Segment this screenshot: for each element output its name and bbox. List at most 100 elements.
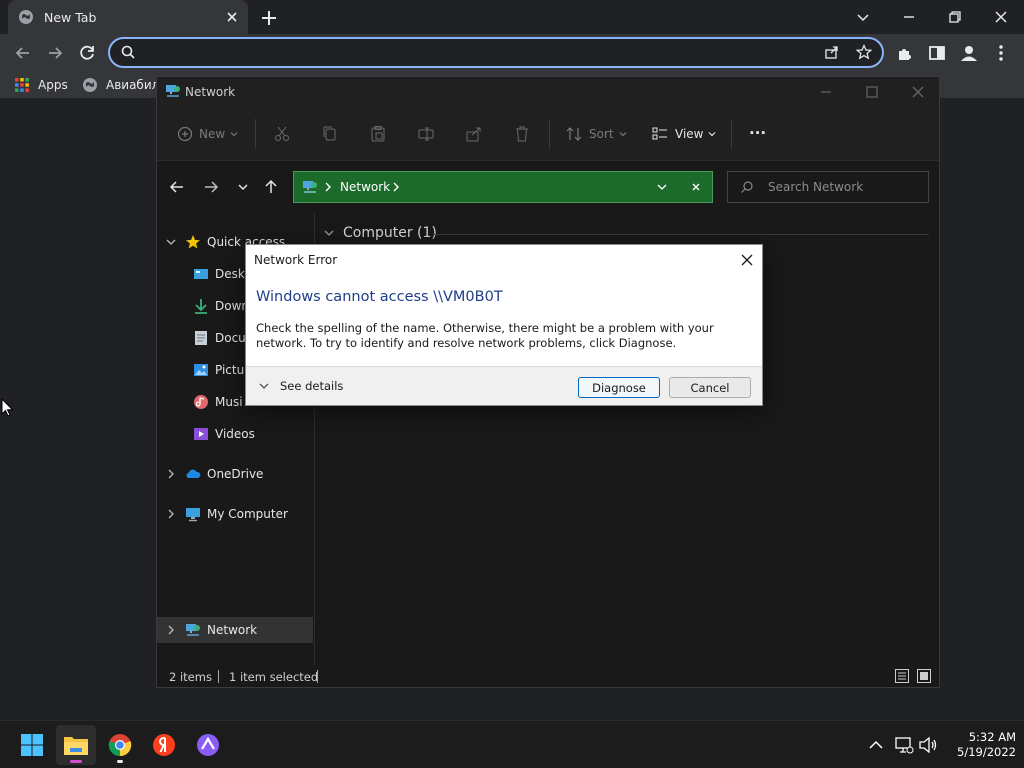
see-more-button[interactable]: ... xyxy=(749,120,766,138)
download-arrow-icon xyxy=(195,299,207,314)
chevron-right-icon[interactable] xyxy=(165,508,177,520)
divider xyxy=(731,119,732,149)
volume-icon[interactable] xyxy=(918,735,938,755)
extensions-puzzle-icon[interactable] xyxy=(894,42,916,64)
dialog-body-text: Check the spelling of the name. Otherwis… xyxy=(256,321,714,350)
nav-onedrive[interactable]: OneDrive xyxy=(157,461,313,487)
alice-assistant-icon xyxy=(197,734,219,756)
cancel-button[interactable]: Cancel xyxy=(669,377,751,398)
tab-title: New Tab xyxy=(44,9,97,25)
windows-taskbar: 5:32 AM 5/19/2022 xyxy=(0,720,1024,768)
search-icon xyxy=(121,45,135,59)
maximize-icon[interactable] xyxy=(863,83,881,101)
share-icon[interactable] xyxy=(824,44,840,60)
tiles-view-icon[interactable] xyxy=(916,668,932,684)
rename-icon[interactable] xyxy=(417,125,435,143)
forward-arrow-icon[interactable] xyxy=(44,42,66,64)
breadcrumb-network[interactable]: Network xyxy=(340,180,390,194)
new-button[interactable]: New xyxy=(177,125,245,143)
network-icon xyxy=(303,181,317,193)
search-input[interactable] xyxy=(768,179,918,195)
taskbar-chrome[interactable] xyxy=(100,725,140,765)
reload-icon[interactable] xyxy=(76,42,98,64)
pictures-icon xyxy=(194,364,208,376)
chevron-down-icon xyxy=(259,383,269,389)
folder-icon xyxy=(64,737,88,755)
clock-time: 5:32 AM xyxy=(968,730,1016,744)
system-clock[interactable]: 5:32 AM 5/19/2022 xyxy=(936,730,1016,760)
mouse-pointer-icon xyxy=(1,398,14,417)
close-icon[interactable] xyxy=(909,83,927,101)
restore-icon[interactable] xyxy=(944,6,966,28)
chevron-down-icon[interactable] xyxy=(656,181,668,193)
minimize-icon[interactable] xyxy=(898,6,920,28)
start-button[interactable] xyxy=(12,725,52,765)
nav-network[interactable]: Network xyxy=(157,617,313,643)
network-icon xyxy=(186,624,200,636)
chevron-right-icon[interactable] xyxy=(165,468,177,480)
details-view-icon[interactable] xyxy=(894,668,910,684)
nav-videos[interactable]: Videos xyxy=(157,421,313,447)
onedrive-cloud-icon xyxy=(186,469,201,478)
chrome-tab-new-tab[interactable]: New Tab xyxy=(8,0,248,34)
bookmark-label: Apps xyxy=(38,78,68,92)
taskbar-alice-assistant[interactable] xyxy=(188,725,228,765)
close-icon[interactable] xyxy=(224,9,240,25)
status-item-count: 2 items xyxy=(169,670,212,684)
taskbar-file-explorer[interactable] xyxy=(56,725,96,765)
network-status-icon[interactable] xyxy=(894,735,914,755)
taskbar-yandex-browser[interactable] xyxy=(144,725,184,765)
running-indicator xyxy=(117,760,123,763)
paste-icon[interactable] xyxy=(369,125,387,143)
forward-arrow-icon[interactable] xyxy=(203,179,219,195)
sort-arrows-icon xyxy=(566,127,582,141)
chevron-right-icon[interactable] xyxy=(392,182,400,192)
address-input[interactable] xyxy=(144,43,804,63)
bookmark-aviabilety[interactable]: Авиабиле xyxy=(82,76,167,94)
chevron-down-icon[interactable] xyxy=(165,236,177,248)
address-bar[interactable] xyxy=(108,37,884,68)
up-arrow-icon[interactable] xyxy=(263,179,279,195)
explorer-address-bar[interactable]: Network xyxy=(293,171,713,203)
command-bar: New Sort View ... xyxy=(157,107,939,161)
bookmark-apps[interactable]: Apps xyxy=(14,76,68,94)
sort-button[interactable]: Sort xyxy=(565,125,634,143)
side-panel-icon[interactable] xyxy=(926,42,948,64)
kebab-menu-icon[interactable] xyxy=(990,42,1012,64)
delete-trash-icon[interactable] xyxy=(513,125,531,143)
close-icon[interactable] xyxy=(690,181,702,193)
diagnose-button[interactable]: Diagnose xyxy=(578,377,660,398)
new-label: New xyxy=(199,127,226,141)
group-header-computer[interactable]: Computer (1) xyxy=(323,225,437,241)
back-arrow-icon[interactable] xyxy=(12,42,34,64)
chevron-down-icon xyxy=(324,230,334,236)
view-button[interactable]: View xyxy=(651,125,723,143)
nav-my-computer[interactable]: My Computer xyxy=(157,501,313,527)
see-details-toggle[interactable]: See details xyxy=(258,379,343,393)
copy-icon[interactable] xyxy=(321,125,339,143)
close-icon[interactable] xyxy=(990,6,1012,28)
cut-icon[interactable] xyxy=(273,125,291,143)
see-details-label: See details xyxy=(280,379,344,393)
share-icon[interactable] xyxy=(465,125,483,143)
close-icon[interactable] xyxy=(740,253,754,267)
status-selection: 1 item selected xyxy=(229,670,319,684)
minimize-icon[interactable] xyxy=(817,83,835,101)
address-row: Network xyxy=(157,161,939,213)
profile-avatar-icon[interactable] xyxy=(958,42,980,64)
back-arrow-icon[interactable] xyxy=(169,179,185,195)
network-error-dialog: Network Error Windows cannot access \\VM… xyxy=(245,244,763,406)
chevron-down-icon[interactable] xyxy=(852,6,874,28)
search-box[interactable] xyxy=(727,171,929,203)
videos-icon xyxy=(194,428,208,440)
network-icon xyxy=(166,85,180,97)
chevron-up-icon[interactable] xyxy=(866,735,886,755)
new-tab-plus-icon[interactable] xyxy=(258,7,280,29)
recent-locations-chevron-icon[interactable] xyxy=(235,179,251,195)
globe-icon xyxy=(19,10,33,24)
nav-label: OneDrive xyxy=(207,467,264,481)
star-icon[interactable] xyxy=(856,44,872,60)
chevron-right-icon[interactable] xyxy=(165,624,177,636)
yandex-logo-icon xyxy=(153,734,175,756)
plus-circle-icon xyxy=(177,126,193,142)
